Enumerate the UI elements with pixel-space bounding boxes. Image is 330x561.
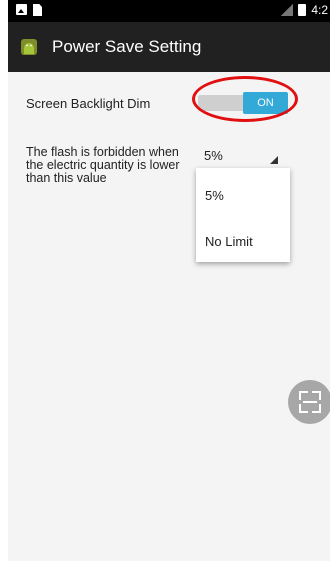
battery-icon [298, 4, 307, 16]
flash-limit-select[interactable]: 5% [204, 148, 223, 163]
scan-icon [299, 391, 321, 413]
flash-limit-label: The flash is forbidden when the electric… [26, 145, 180, 185]
android-icon [21, 39, 37, 55]
image-icon [16, 4, 27, 15]
dropdown-arrow-icon [270, 156, 278, 164]
backlight-dim-label: Screen Backlight Dim [26, 96, 151, 111]
dropdown-option-5-percent[interactable]: 5% [205, 188, 224, 203]
app-bar: Power Save Setting [8, 22, 330, 72]
flash-limit-dropdown: 5% No Limit [196, 168, 290, 262]
app-screen: 4:2 Power Save Setting Screen Backlight … [8, 0, 330, 561]
sim-card-icon [33, 4, 42, 16]
status-bar: 4:2 [8, 0, 330, 22]
scan-button[interactable] [288, 380, 330, 424]
page-title: Power Save Setting [52, 37, 202, 56]
dropdown-option-no-limit[interactable]: No Limit [205, 234, 253, 249]
highlight-annotation [192, 76, 298, 122]
no-signal-icon [281, 4, 294, 16]
status-time: 4:2 [311, 3, 328, 17]
